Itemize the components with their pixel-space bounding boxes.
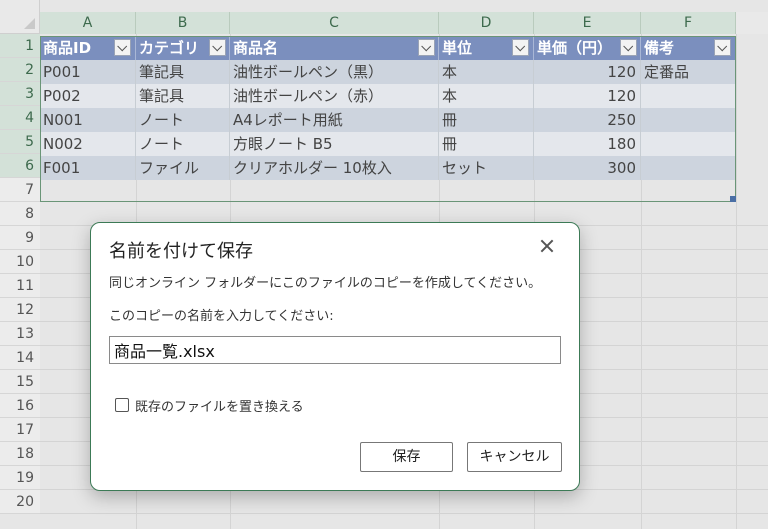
table-cell[interactable]: F001 — [40, 156, 136, 180]
table-cell[interactable]: ファイル — [136, 156, 230, 180]
table-cell[interactable]: 油性ボールペン（赤） — [230, 84, 439, 108]
table-cell[interactable]: ノート — [136, 132, 230, 156]
table-cell[interactable]: 方眼ノート B5 — [230, 132, 439, 156]
table-row: P002 筆記具 油性ボールペン（赤） 本 120 — [40, 84, 736, 108]
replace-existing-option[interactable]: 既存のファイルを置き換える — [115, 396, 304, 415]
row-header[interactable]: 13 — [0, 322, 40, 346]
row-header[interactable]: 10 — [0, 250, 40, 274]
filter-dropdown-icon[interactable] — [512, 39, 529, 56]
table-cell[interactable]: セット — [439, 156, 534, 180]
table-cell[interactable]: A4レポート用紙 — [230, 108, 439, 132]
select-all-corner[interactable] — [0, 0, 40, 34]
row-header[interactable]: 16 — [0, 394, 40, 418]
table-cell[interactable]: N002 — [40, 132, 136, 156]
column-header-f[interactable]: F — [641, 12, 736, 34]
close-icon[interactable] — [538, 237, 556, 255]
row-header[interactable]: 3 — [0, 82, 40, 106]
table-header-cell[interactable]: 商品名 — [230, 36, 439, 60]
table-cell[interactable]: 本 — [439, 60, 534, 84]
table-cell[interactable] — [641, 84, 736, 108]
table-cell[interactable]: 筆記具 — [136, 60, 230, 84]
save-as-dialog: 名前を付けて保存 同じオンライン フォルダーにこのファイルのコピーを作成してくだ… — [90, 222, 580, 491]
row-header[interactable]: 8 — [0, 202, 40, 226]
row-header[interactable]: 15 — [0, 370, 40, 394]
column-header-empty — [736, 12, 768, 34]
table-cell[interactable]: 180 — [534, 132, 641, 156]
row-header[interactable]: 9 — [0, 226, 40, 250]
table-cell[interactable]: 120 — [534, 60, 641, 84]
gridline — [40, 513, 768, 514]
table-cell[interactable]: 冊 — [439, 132, 534, 156]
table-cell[interactable]: 定番品 — [641, 60, 736, 84]
table-cell[interactable]: 250 — [534, 108, 641, 132]
gridline — [736, 34, 737, 529]
row-header[interactable]: 11 — [0, 274, 40, 298]
table-cell[interactable] — [641, 132, 736, 156]
table-cell[interactable]: 本 — [439, 84, 534, 108]
row-header[interactable]: 5 — [0, 130, 40, 154]
column-header-e[interactable]: E — [534, 12, 641, 34]
table-resize-handle[interactable] — [730, 196, 736, 202]
table-cell[interactable]: 300 — [534, 156, 641, 180]
table-cell[interactable]: 筆記具 — [136, 84, 230, 108]
row-header[interactable]: 19 — [0, 466, 40, 490]
table-cell[interactable]: P002 — [40, 84, 136, 108]
row-header[interactable]: 14 — [0, 346, 40, 370]
dialog-message: 同じオンライン フォルダーにこのファイルのコピーを作成してください。 — [109, 276, 542, 291]
save-button[interactable]: 保存 — [360, 442, 453, 472]
column-header-c[interactable]: C — [230, 12, 439, 34]
row-header[interactable]: 4 — [0, 106, 40, 130]
filter-dropdown-icon[interactable] — [209, 39, 226, 56]
table-row: P001 筆記具 油性ボールペン（黒） 本 120 定番品 — [40, 60, 736, 84]
row-header[interactable]: 20 — [0, 490, 40, 514]
table-cell[interactable]: 冊 — [439, 108, 534, 132]
table-cell[interactable] — [641, 108, 736, 132]
filter-dropdown-icon[interactable] — [620, 39, 637, 56]
table-cell[interactable]: P001 — [40, 60, 136, 84]
row-header[interactable]: 1 — [0, 34, 40, 58]
table-row: N002 ノート 方眼ノート B5 冊 180 — [40, 132, 736, 156]
filename-input[interactable] — [109, 336, 561, 364]
table-header-row: 商品ID カテゴリ 商品名 単位 単価（円） 備考 — [40, 36, 736, 60]
row-header[interactable]: 18 — [0, 442, 40, 466]
table-cell[interactable] — [641, 156, 736, 180]
column-header-d[interactable]: D — [439, 12, 534, 34]
row-header[interactable]: 6 — [0, 154, 40, 178]
filter-dropdown-icon[interactable] — [114, 39, 131, 56]
replace-existing-label: 既存のファイルを置き換える — [135, 399, 304, 415]
column-header-b[interactable]: B — [136, 12, 230, 34]
row-header[interactable]: 17 — [0, 418, 40, 442]
filename-prompt: このコピーの名前を入力してください: — [109, 309, 334, 324]
table-cell[interactable]: ノート — [136, 108, 230, 132]
row-header[interactable]: 12 — [0, 298, 40, 322]
table-cell[interactable]: 120 — [534, 84, 641, 108]
table-row: F001 ファイル クリアホルダー 10枚入 セット 300 — [40, 156, 736, 180]
filter-dropdown-icon[interactable] — [418, 39, 435, 56]
row-header[interactable]: 2 — [0, 58, 40, 82]
cancel-button[interactable]: キャンセル — [467, 442, 562, 472]
filter-dropdown-icon[interactable] — [714, 39, 731, 56]
table-cell[interactable]: 油性ボールペン（黒） — [230, 60, 439, 84]
table-row: N001 ノート A4レポート用紙 冊 250 — [40, 108, 736, 132]
column-header-a[interactable]: A — [40, 12, 136, 34]
row-header[interactable]: 7 — [0, 178, 40, 202]
table-cell[interactable]: N001 — [40, 108, 136, 132]
dialog-title: 名前を付けて保存 — [109, 241, 253, 262]
table-cell[interactable]: クリアホルダー 10枚入 — [230, 156, 439, 180]
replace-existing-checkbox[interactable] — [115, 398, 129, 412]
